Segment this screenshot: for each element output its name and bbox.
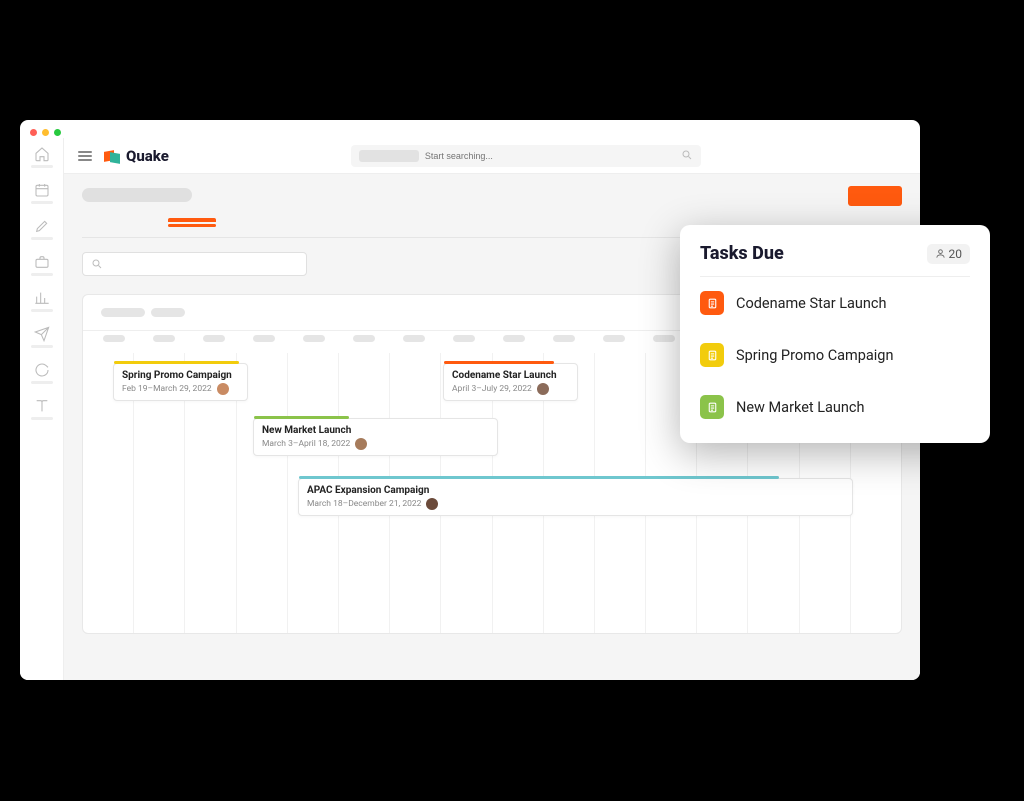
task-dates: Feb 19–March 29, 2022	[122, 383, 239, 395]
briefcase-icon	[34, 254, 50, 270]
popup-item-label: New Market Launch	[736, 399, 865, 416]
sidebar-item-reports[interactable]	[28, 290, 56, 312]
task-dates: March 18–December 21, 2022	[307, 498, 844, 510]
popup-task-item[interactable]: Codename Star Launch	[700, 277, 970, 329]
chart-icon	[34, 290, 50, 306]
task-color-bar	[114, 361, 239, 364]
window-titlebar	[20, 120, 920, 138]
sidebar-item-activity[interactable]	[28, 362, 56, 384]
popup-header: Tasks Due 20	[700, 243, 970, 277]
popup-task-item[interactable]: New Market Launch	[700, 381, 970, 433]
avatar[interactable]	[355, 438, 367, 450]
sidebar-item-send[interactable]	[28, 326, 56, 348]
user-icon	[935, 248, 946, 259]
gantt-task[interactable]: APAC Expansion Campaign March 18–December…	[298, 478, 853, 516]
page-title-placeholder	[82, 188, 192, 202]
popup-count-badge[interactable]: 20	[927, 244, 971, 264]
task-dates: April 3–July 29, 2022	[452, 383, 569, 395]
search-input[interactable]	[425, 151, 675, 161]
task-title: New Market Launch	[262, 425, 489, 436]
home-icon	[34, 146, 50, 162]
popup-task-item[interactable]: Spring Promo Campaign	[700, 329, 970, 381]
gantt-task[interactable]: Codename Star Launch April 3–July 29, 202…	[443, 363, 578, 401]
task-title: Codename Star Launch	[452, 370, 569, 381]
clipboard-icon	[700, 291, 724, 315]
gantt-task[interactable]: New Market Launch March 3–April 18, 2022	[253, 418, 498, 456]
clipboard-icon	[700, 343, 724, 367]
task-color-bar	[254, 416, 349, 419]
window-minimize-dot[interactable]	[42, 129, 49, 136]
calendar-icon	[34, 182, 50, 198]
search-filter-badge	[359, 150, 419, 162]
window-close-dot[interactable]	[30, 129, 37, 136]
sidebar-item-edit[interactable]	[28, 218, 56, 240]
avatar[interactable]	[537, 383, 549, 395]
pencil-icon	[34, 218, 50, 234]
primary-action-button[interactable]	[848, 186, 902, 206]
logo-mark-icon	[104, 149, 122, 163]
task-dates: March 3–April 18, 2022	[262, 438, 489, 450]
tasks-due-popup: Tasks Due 20 Codename Star Launch Spring …	[680, 225, 990, 443]
popup-count-text: 20	[949, 247, 963, 261]
avatar[interactable]	[217, 383, 229, 395]
menu-toggle[interactable]	[78, 151, 92, 161]
sidebar-item-calendar[interactable]	[28, 182, 56, 204]
toolbar-pill[interactable]	[151, 308, 185, 317]
header: Quake	[64, 138, 920, 174]
avatar[interactable]	[426, 498, 438, 510]
search-icon	[91, 258, 103, 270]
tab-active-indicator[interactable]	[168, 218, 216, 222]
sidebar-item-projects[interactable]	[28, 254, 56, 276]
refresh-icon	[34, 362, 50, 378]
app-logo[interactable]: Quake	[104, 147, 169, 165]
popup-item-label: Codename Star Launch	[736, 295, 887, 312]
gantt-task[interactable]: Spring Promo Campaign Feb 19–March 29, 20…	[113, 363, 248, 401]
filter-search[interactable]	[82, 252, 307, 276]
task-color-bar	[444, 361, 554, 364]
task-title: APAC Expansion Campaign	[307, 485, 844, 496]
app-name-text: Quake	[126, 147, 169, 165]
clipboard-icon	[700, 395, 724, 419]
popup-item-label: Spring Promo Campaign	[736, 347, 893, 364]
book-icon	[34, 398, 50, 414]
global-search[interactable]	[351, 145, 701, 167]
sidebar	[20, 138, 64, 680]
task-title: Spring Promo Campaign	[122, 370, 239, 381]
send-icon	[34, 326, 50, 342]
toolbar-pill[interactable]	[101, 308, 145, 317]
popup-title: Tasks Due	[700, 243, 784, 264]
sidebar-item-home[interactable]	[28, 146, 56, 168]
search-icon	[681, 146, 693, 165]
window-maximize-dot[interactable]	[54, 129, 61, 136]
sidebar-item-library[interactable]	[28, 398, 56, 420]
task-color-bar	[299, 476, 779, 479]
